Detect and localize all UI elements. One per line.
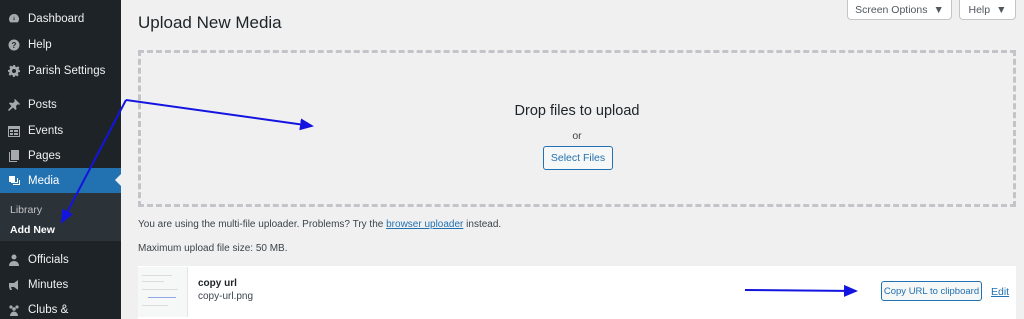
pin-icon — [8, 98, 20, 111]
edit-link[interactable]: Edit — [991, 286, 1009, 298]
sidebar-item-label: Parish Settings — [28, 64, 106, 77]
screen-options-label: Screen Options — [855, 3, 928, 16]
sidebar-item-label: Events — [28, 124, 64, 137]
sidebar-item-label: Minutes — [28, 278, 69, 291]
help-label: Help — [968, 3, 991, 16]
sidebar-item-parish-settings[interactable]: Parish Settings — [0, 58, 121, 83]
sidebar-item-label: Dashboard — [28, 12, 85, 25]
browser-uploader-link[interactable]: browser uploader — [386, 219, 463, 230]
uploaded-file-row: copy url copy-url.png Copy URL to clipbo… — [138, 266, 1016, 319]
submenu-item-library[interactable]: Library — [10, 204, 42, 216]
sidebar-item-label: Officials — [28, 253, 69, 266]
submenu-item-add-new[interactable]: Add New — [10, 224, 55, 236]
person-icon — [8, 254, 20, 266]
select-files-button[interactable]: Select Files — [543, 146, 613, 170]
pages-icon — [8, 149, 20, 162]
sidebar-item-minutes[interactable]: Minutes — [0, 272, 121, 297]
media-submenu: Library Add New — [0, 193, 121, 241]
dashboard-icon — [8, 13, 20, 25]
sidebar-item-officials[interactable]: Officials — [0, 247, 121, 272]
sidebar-item-label: Pages — [28, 149, 61, 162]
calendar-icon — [8, 125, 20, 137]
dropzone-title: Drop files to upload — [514, 103, 640, 119]
active-indicator — [115, 174, 121, 186]
admin-sidebar: Dashboard ? Help Parish Settings Posts E… — [0, 0, 121, 319]
groups-icon — [8, 304, 20, 316]
sidebar-item-label: Help — [28, 38, 52, 51]
sidebar-item-clubs[interactable]: Clubs & — [0, 297, 121, 319]
sidebar-item-help[interactable]: ? Help — [0, 32, 121, 57]
sidebar-item-posts[interactable]: Posts — [0, 92, 121, 117]
max-upload-size: Maximum upload file size: 50 MB. — [138, 243, 288, 254]
media-icon — [8, 175, 20, 187]
file-thumbnail — [138, 267, 188, 317]
sidebar-item-events[interactable]: Events — [0, 118, 121, 143]
sidebar-item-label: Clubs & — [28, 303, 69, 316]
help-icon: ? — [8, 39, 20, 51]
sidebar-item-pages[interactable]: Pages — [0, 143, 121, 168]
page-title: Upload New Media — [138, 13, 282, 32]
file-filename: copy-url.png — [198, 291, 254, 302]
screen-options-button[interactable]: Screen Options ▼ — [847, 0, 952, 20]
megaphone-icon — [8, 279, 20, 291]
upload-dropzone[interactable]: Drop files to upload or Select Files — [138, 50, 1016, 207]
gear-icon — [8, 64, 20, 77]
sidebar-item-media[interactable]: Media — [0, 168, 121, 193]
svg-text:?: ? — [12, 41, 17, 50]
dropzone-or: or — [572, 130, 582, 142]
uploader-note-suffix: instead. — [466, 219, 502, 230]
sidebar-item-dashboard[interactable]: Dashboard — [0, 6, 121, 31]
sidebar-item-label: Posts — [28, 98, 57, 111]
caret-down-icon: ▼ — [933, 3, 944, 16]
copy-url-button[interactable]: Copy URL to clipboard — [881, 281, 982, 301]
sidebar-item-label: Media — [28, 174, 60, 187]
uploader-note-prefix: You are using the multi-file uploader. P… — [138, 219, 384, 230]
file-title: copy url — [198, 278, 237, 289]
help-button[interactable]: Help ▼ — [959, 0, 1016, 20]
uploader-note: You are using the multi-file uploader. P… — [138, 219, 501, 230]
caret-down-icon: ▼ — [996, 3, 1007, 16]
